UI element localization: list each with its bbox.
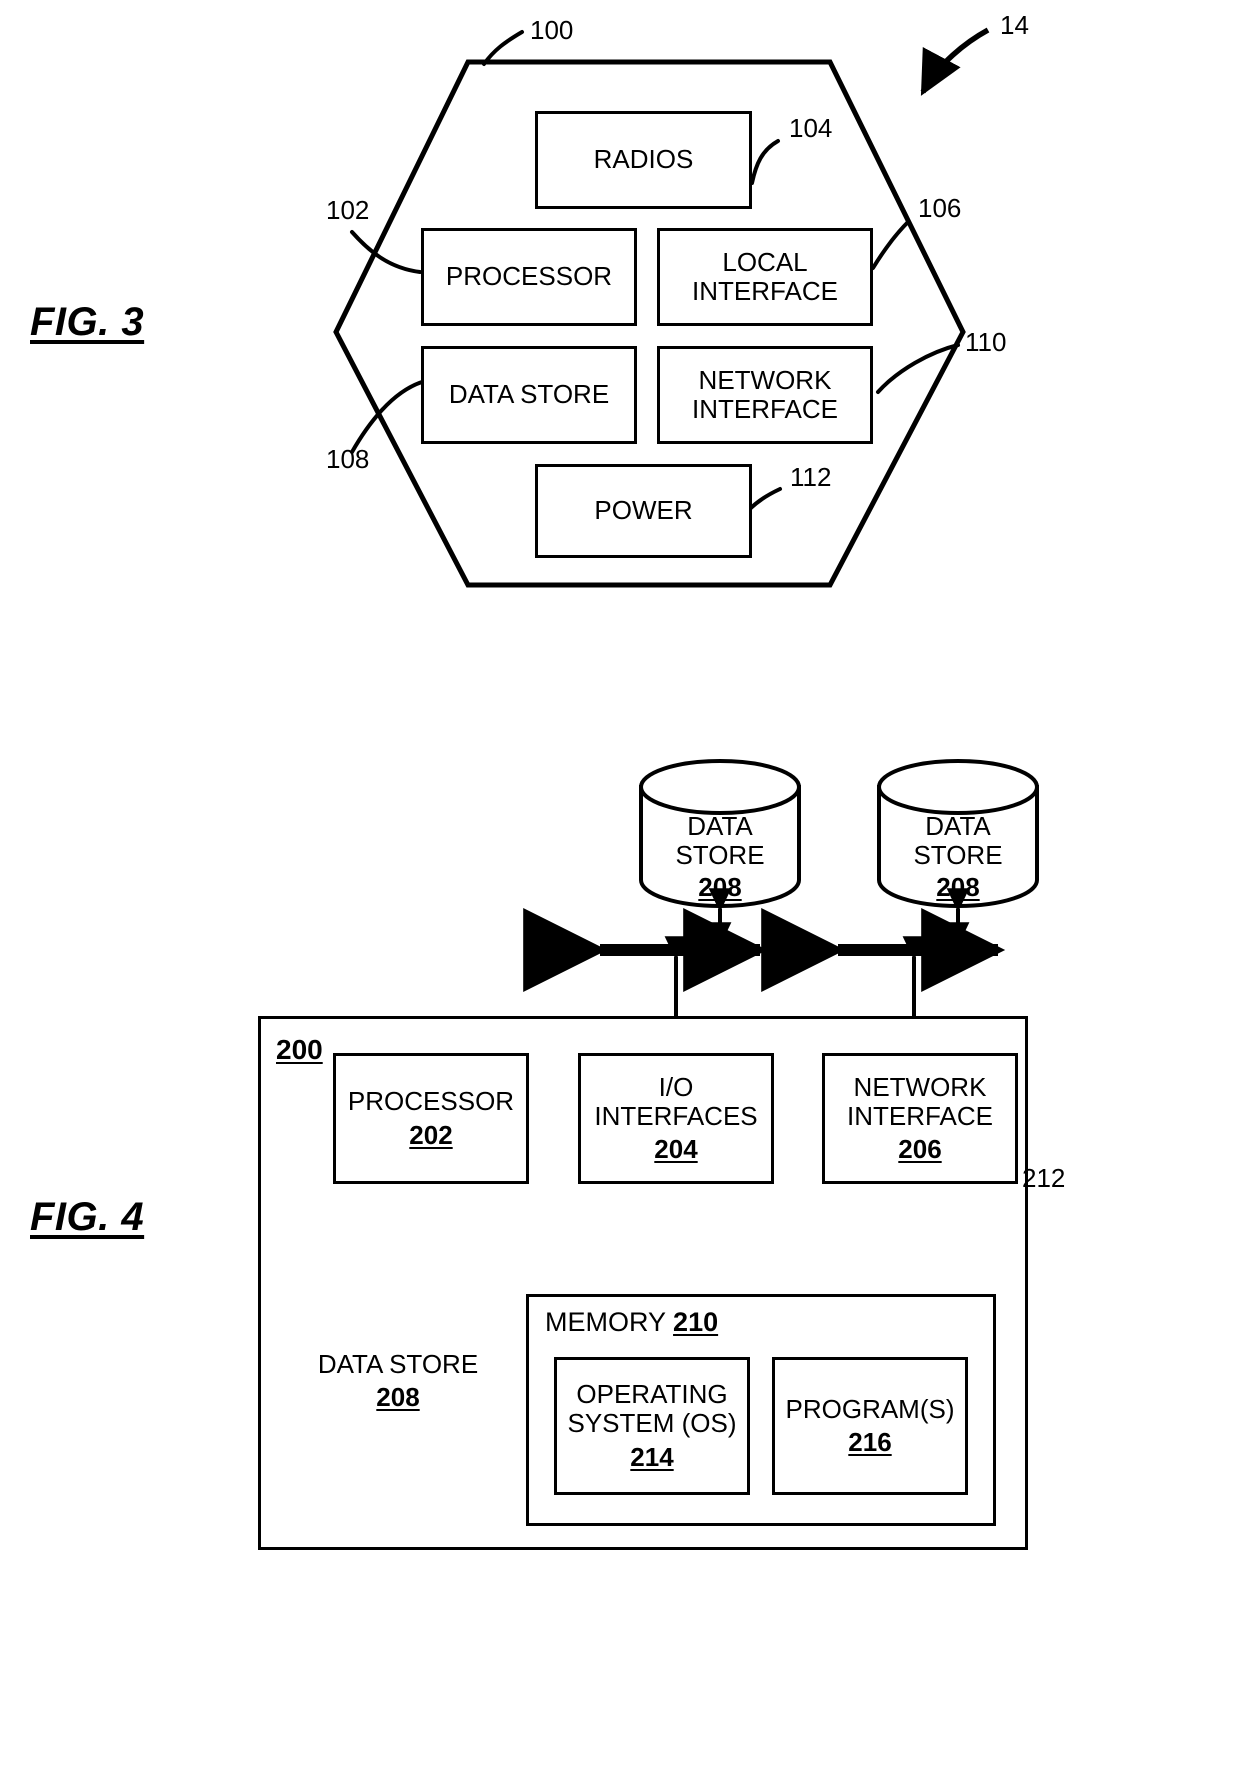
programs-block: PROGRAM(S) 216 [772,1357,968,1495]
internal-data-store-label: DATA STORE [317,1349,479,1379]
data-store-block-fig3: DATA STORE [421,346,637,444]
io-interfaces-block: I/O INTERFACES 204 [578,1053,774,1184]
external-data-store-1-ref: 208 [698,872,742,903]
external-data-store-2-ref: 208 [936,872,980,903]
ref-106: 106 [918,193,962,223]
radios-block: RADIOS [535,111,752,209]
network-interface-line1-fig4: NETWORK [853,1071,987,1102]
processor-label-fig4: PROCESSOR [347,1086,515,1117]
external-data-store-2: DATA STORE 208 [879,787,1037,907]
programs-ref: 216 [848,1427,892,1457]
local-interface-line2: INTERFACE [692,276,838,306]
operating-system-line1: OPERATING [576,1379,728,1410]
local-interface-block: LOCAL INTERFACE [657,228,873,326]
internal-data-store-ref: 208 [376,1381,420,1412]
ref-102: 102 [326,195,370,225]
patent-drawing-sheet: FIG. 3 14 100 104 102 106 110 108 112 RA… [0,0,1240,1770]
operating-system-block: OPERATING SYSTEM (OS) 214 [554,1357,750,1495]
data-store-label-fig3: DATA STORE [448,379,610,410]
network-interface-line2-fig4: INTERFACE [847,1100,993,1131]
local-interface-line1: LOCAL [722,246,808,277]
network-interface-line2-fig3: INTERFACE [692,394,838,424]
network-interface-ref-fig4: 206 [898,1134,942,1165]
internal-data-store: DATA STORE 208 [315,1322,481,1450]
power-label: POWER [594,495,693,526]
processor-ref-fig4: 202 [409,1119,453,1150]
ref-100: 100 [530,15,574,45]
memory-label: MEMORY [545,1307,666,1337]
processor-label-fig3: PROCESSOR [445,261,613,292]
processor-block-fig3: PROCESSOR [421,228,637,326]
memory-title: MEMORY 210 [545,1307,718,1338]
network-interface-block-fig3: NETWORK INTERFACE [657,346,873,444]
operating-system-line2: SYSTEM (OS) [567,1408,737,1439]
network-interface-line1-fig3: NETWORK [698,364,832,395]
radios-label: RADIOS [593,144,694,175]
external-data-store-1-label: DATA STORE [675,811,765,870]
operating-system-ref: 214 [630,1441,674,1472]
ref-104: 104 [789,113,833,143]
programs-label: PROGRAM(S) [785,1393,955,1424]
ref-108: 108 [326,444,370,474]
ref-110: 110 [965,327,1007,357]
external-data-store-2-label: DATA STORE [913,811,1003,870]
figure-4-label: FIG. 4 [30,1195,145,1239]
power-block: POWER [535,464,752,558]
memory-ref: 210 [673,1307,719,1337]
external-data-store-1: DATA STORE 208 [641,787,799,907]
ref-112: 112 [790,462,832,492]
ref-200: 200 [276,1034,323,1065]
network-interface-block-fig4: NETWORK INTERFACE 206 [822,1053,1018,1184]
figure-14-callout-arrow [920,27,990,96]
ref-14: 14 [1000,10,1029,40]
io-interfaces-ref: 204 [654,1134,698,1165]
figure-3-label: FIG. 3 [30,300,145,344]
io-interfaces-line2: INTERFACES [594,1100,758,1131]
ref-212: 212 [1022,1163,1066,1193]
processor-block-fig4: PROCESSOR 202 [333,1053,529,1184]
io-interfaces-line1: I/O [658,1071,694,1102]
